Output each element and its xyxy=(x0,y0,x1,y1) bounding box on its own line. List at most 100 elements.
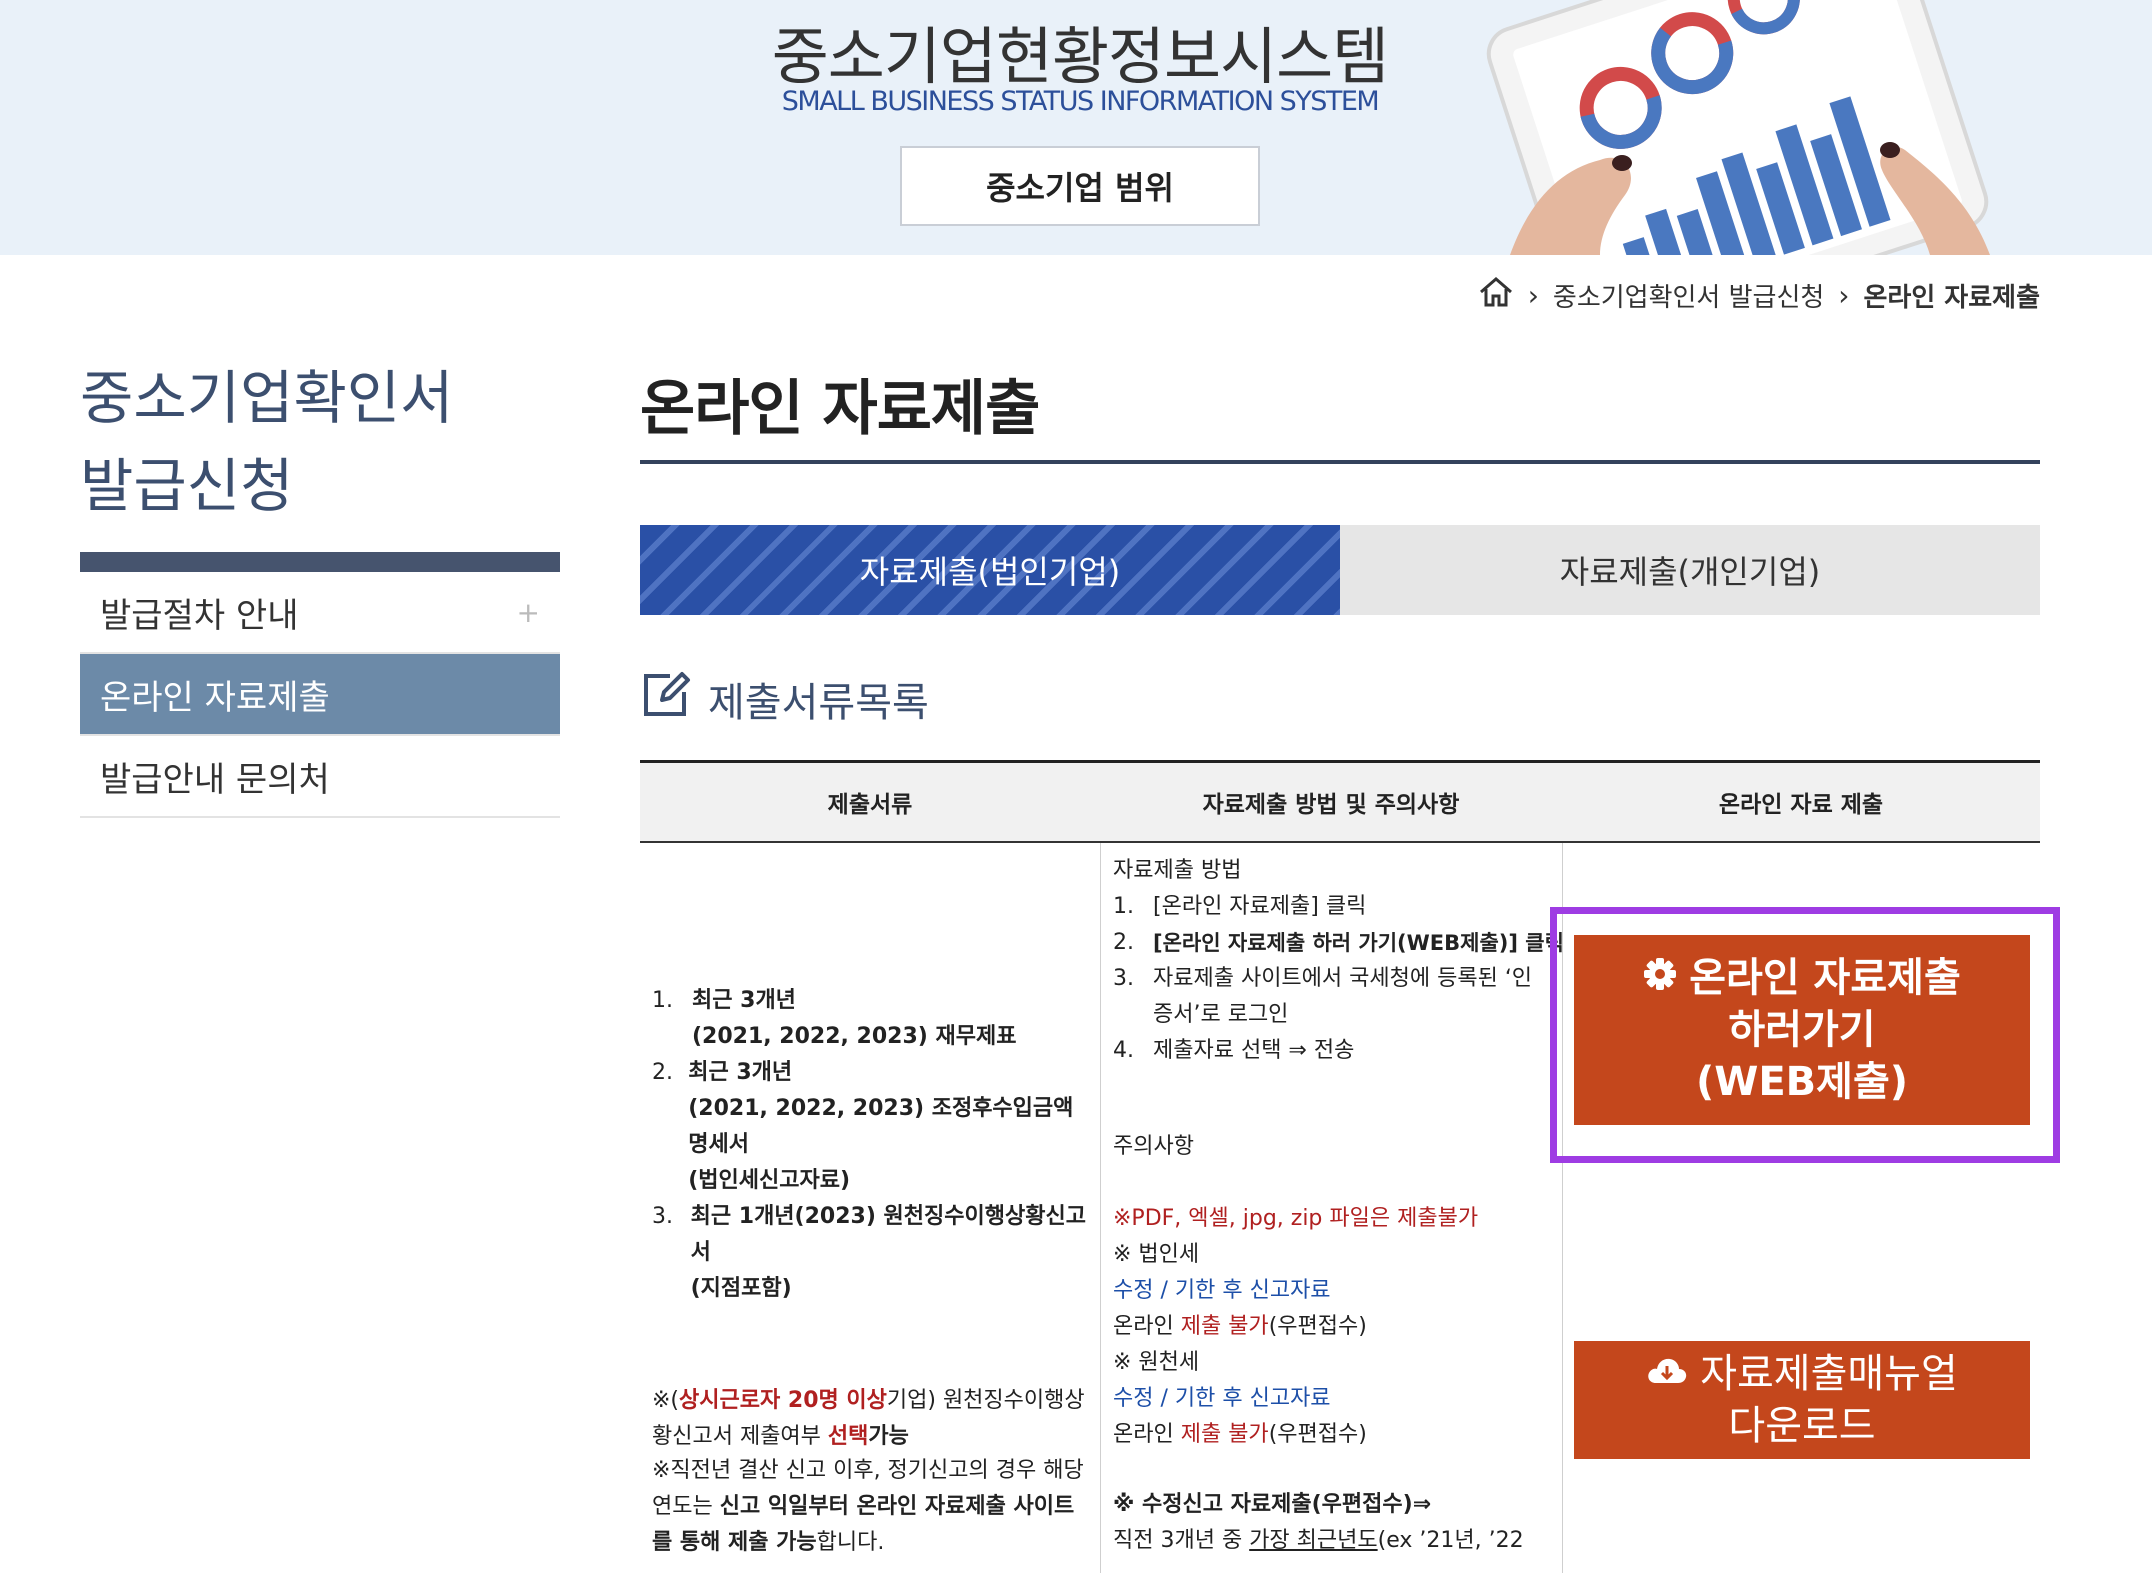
list-text: 최근 1개년(2023) 원천징수이행상황신고서 (지점포함) xyxy=(691,1199,1092,1307)
column-header: 자료제출 방법 및 주의사항 xyxy=(1202,792,1460,818)
plus-icon: + xyxy=(516,595,540,629)
list-item: 3. 자료제출 사이트에서 국세청에 등록된 ‘인증서’로 로그인 xyxy=(1113,961,1550,1033)
method-cell: 자료제출 방법 1. [온라인 자료제출] 클릭 2. [온라인 자료제출 하러 가… xyxy=(1101,843,1564,1573)
sidebar-item-procedure[interactable]: 발급절차 안내 + xyxy=(80,572,560,654)
note-underline: 가장 최근년도 xyxy=(1249,1528,1378,1553)
list-line: 최근 1개년(2023) 원천징수이행상황신고서 xyxy=(690,1204,1086,1265)
document-list: 1. 최근 3개년 (2021, 2022, 2023) 재무제표 2. 최근 … xyxy=(652,983,1092,1307)
table-header: 제출서류 자료제출 방법 및 주의사항 온라인 자료 제출 xyxy=(640,763,2040,843)
manual-download-button[interactable]: 자료제출매뉴얼 다운로드 xyxy=(1574,1341,2030,1459)
note-text: 합니다. xyxy=(816,1530,885,1555)
documents-cell: 1. 최근 3개년 (2021, 2022, 2023) 재무제표 2. 최근 … xyxy=(640,843,1100,1573)
note-highlight: 제출 불가 xyxy=(1180,1422,1269,1447)
document-table: 제출서류 자료제출 방법 및 주의사항 온라인 자료 제출 1. 최근 3개년 … xyxy=(640,760,2060,1573)
withholding-label: ※ 원천세 xyxy=(1113,1350,1200,1375)
list-number: 3. xyxy=(652,1204,673,1229)
note-text: 가능 xyxy=(868,1424,909,1449)
edit-icon xyxy=(640,670,692,728)
caution-warning: ※PDF, 엑셀, jpg, zip 파일은 제출불가 xyxy=(1113,1206,1479,1231)
home-icon[interactable] xyxy=(1478,276,1514,315)
gear-icon xyxy=(1643,952,1677,1004)
manual-line1: 자료제출매뉴얼 xyxy=(1646,1348,1958,1400)
corp-tax-item: 수정 / 기한 후 신고자료 xyxy=(1113,1278,1331,1303)
list-text: [온라인 자료제출 하러 가기(WEB제출)] 클릭 xyxy=(1153,931,1564,955)
sme-scope-button[interactable]: 중소기업 범위 xyxy=(900,146,1260,226)
column-header: 온라인 자료 제출 xyxy=(1718,792,1884,818)
sidebar-title-line2: 발급신청 xyxy=(80,452,294,520)
note-text: (우편접수) xyxy=(1268,1314,1367,1339)
section-heading-text: 제출서류목록 xyxy=(708,680,929,726)
sidebar-menu: 발급절차 안내 + 온라인 자료제출 발급안내 문의처 xyxy=(80,572,560,818)
note-text: (우편접수) xyxy=(1268,1422,1367,1447)
table-row: 1. 최근 3개년 (2021, 2022, 2023) 재무제표 2. 최근 … xyxy=(640,843,2060,1573)
breadcrumb-item[interactable]: 중소기업확인서 발급신청 xyxy=(1553,277,1824,314)
note-highlight: 상시근로자 20명 이상 xyxy=(679,1388,887,1413)
breadcrumb-current: 온라인 자료제출 xyxy=(1863,283,2041,313)
button-label: 다운로드 xyxy=(1728,1403,1876,1449)
list-item: 3. 최근 1개년(2023) 원천징수이행상황신고서 (지점포함) xyxy=(652,1199,1092,1307)
sidebar-divider xyxy=(80,552,560,572)
top-banner: 중소기업현황정보시스템 SMALL BUSINESS STATUS INFORM… xyxy=(0,0,2152,255)
breadcrumb-separator: › xyxy=(1527,279,1539,312)
caution-heading: 주의사항 xyxy=(1113,1134,1194,1159)
button-label: (WEB제출) xyxy=(1695,1059,1909,1105)
page-title: 온라인 자료제출 xyxy=(640,374,1040,444)
withholding-item: 수정 / 기한 후 신고자료 xyxy=(1113,1386,1331,1411)
list-line: (법인세신고자료) xyxy=(688,1168,851,1193)
web-submit-button[interactable]: 온라인 자료제출 하러가기 (WEB제출) xyxy=(1574,935,2030,1125)
withholding-note: 온라인 제출 불가(우편접수) xyxy=(1113,1417,1550,1453)
web-submit-line1: 온라인 자료제출 xyxy=(1643,952,1961,1004)
method-heading: 자료제출 방법 xyxy=(1113,858,1242,883)
list-line: 최근 3개년 xyxy=(692,988,796,1013)
sidebar-item-contact[interactable]: 발급안내 문의처 xyxy=(80,736,560,818)
tab-individual[interactable]: 자료제출(개인기업) xyxy=(1340,525,2040,615)
list-number: 2. xyxy=(1113,930,1134,955)
list-item: 2. 최근 3개년 (2021, 2022, 2023) 조정후수입금액명세서 … xyxy=(652,1055,1092,1199)
list-number: 2. xyxy=(652,1060,673,1085)
note-text: 온라인 xyxy=(1113,1314,1181,1339)
cloud-download-icon xyxy=(1646,1348,1688,1400)
corp-tax-note: 온라인 제출 불가(우편접수) xyxy=(1113,1309,1550,1345)
list-text: 최근 3개년 (2021, 2022, 2023) 재무제표 xyxy=(692,983,1016,1055)
section-heading: 제출서류목록 xyxy=(640,670,929,728)
list-item: 2. [온라인 자료제출 하러 가기(WEB제출)] 클릭 xyxy=(1113,925,1564,961)
list-line: 최근 3개년 xyxy=(688,1060,793,1085)
sidebar-item-label: 발급안내 문의처 xyxy=(100,759,330,800)
corp-tax-label: ※ 법인세 xyxy=(1113,1242,1200,1267)
list-line: (2021, 2022, 2023) 재무제표 xyxy=(692,1024,1017,1049)
list-text: 제출자료 선택 ⇒ 전송 xyxy=(1153,1038,1355,1063)
list-number: 3. xyxy=(1113,966,1134,991)
list-text: 자료제출 사이트에서 국세청에 등록된 ‘인증서’로 로그인 xyxy=(1153,966,1533,1027)
list-item: 1. [온라인 자료제출] 클릭 xyxy=(1113,889,1550,925)
list-line: (2021, 2022, 2023) 조정후수입금액명세서 xyxy=(688,1096,1074,1157)
note-text: ※( xyxy=(652,1388,680,1413)
button-label: 하러가기 xyxy=(1728,1007,1876,1053)
note-text: 온라인 xyxy=(1113,1422,1181,1447)
note-highlight: 제출 불가 xyxy=(1180,1314,1269,1339)
title-divider xyxy=(640,460,2040,464)
list-text: 최근 3개년 (2021, 2022, 2023) 조정후수입금액명세서 (법인… xyxy=(688,1055,1092,1199)
tablet-chart-illustration xyxy=(1486,0,1990,255)
breadcrumb: › 중소기업확인서 발급신청 › 온라인 자료제출 xyxy=(1478,276,2040,315)
employee-note: ※(상시근로자 20명 이상기업) 원천징수이행상황신고서 제출여부 선택가능 xyxy=(652,1383,1092,1455)
method-steps: 1. [온라인 자료제출] 클릭 2. [온라인 자료제출 하러 가기(WEB제출)… xyxy=(1113,889,1564,1069)
sidebar-item-label: 발급절차 안내 xyxy=(100,595,299,636)
list-line: (지점포함) xyxy=(690,1276,792,1301)
list-number: 1. xyxy=(652,988,673,1013)
submission-tabs: 자료제출(법인기업) 자료제출(개인기업) xyxy=(640,525,2040,615)
sidebar-title: 중소기업확인서 발급신청 xyxy=(80,354,454,530)
sidebar-item-label: 온라인 자료제출 xyxy=(100,677,330,718)
list-text: [온라인 자료제출] 클릭 xyxy=(1153,894,1367,919)
note-text: 직전 3개년 중 xyxy=(1113,1528,1250,1553)
list-item: 4. 제출자료 선택 ⇒ 전송 xyxy=(1113,1033,1550,1069)
button-label: 온라인 자료제출 xyxy=(1689,955,1961,1001)
actions-cell: 온라인 자료제출 하러가기 (WEB제출) 자료제출매뉴얼 다운로드 xyxy=(1550,843,2060,1573)
amend-heading: ※ 수정신고 자료제출(우편접수)⇒ xyxy=(1113,1492,1432,1517)
list-item: 1. 최근 3개년 (2021, 2022, 2023) 재무제표 xyxy=(652,983,1092,1055)
timing-note: ※직전년 결산 신고 이후, 정기신고의 경우 해당연도는 신고 익일부터 온라… xyxy=(652,1453,1092,1561)
sidebar-item-online-submit[interactable]: 온라인 자료제출 xyxy=(80,654,560,736)
list-number: 1. xyxy=(1113,894,1134,919)
breadcrumb-separator: › xyxy=(1838,279,1850,312)
tab-corporate[interactable]: 자료제출(법인기업) xyxy=(640,525,1340,615)
sidebar-title-line1: 중소기업확인서 xyxy=(80,364,454,432)
